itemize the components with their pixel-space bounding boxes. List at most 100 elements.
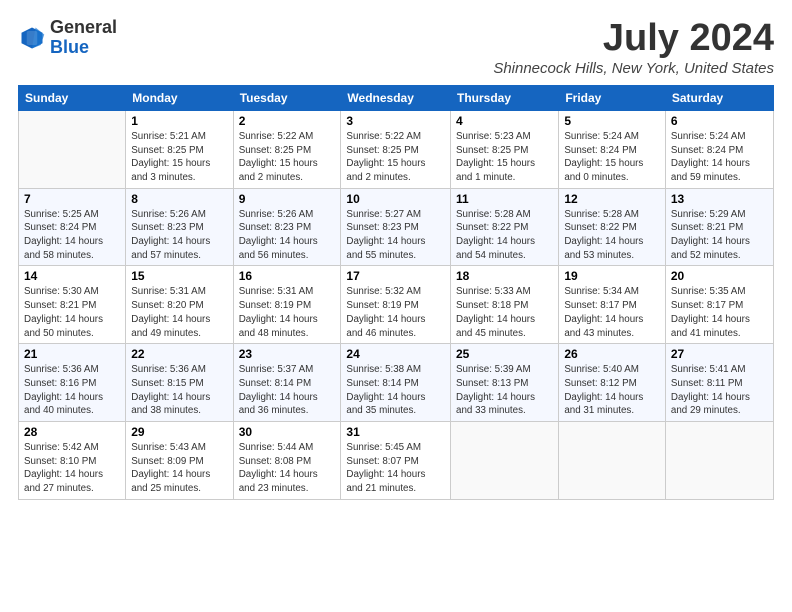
day-info: Sunrise: 5:44 AM Sunset: 8:08 PM Dayligh…: [239, 441, 336, 496]
day-info: Sunrise: 5:42 AM Sunset: 8:10 PM Dayligh…: [24, 441, 120, 496]
day-number: 1: [131, 114, 227, 128]
day-cell: 8Sunrise: 5:26 AM Sunset: 8:23 PM Daylig…: [126, 188, 233, 266]
header: General Blue July 2024 Shinnecock Hills,…: [18, 18, 774, 77]
day-number: 13: [671, 192, 768, 206]
day-info: Sunrise: 5:22 AM Sunset: 8:25 PM Dayligh…: [239, 130, 336, 185]
week-row-5: 28 Sunrise: 5:42 AM Sunset: 8:10 PM Dayli…: [19, 422, 774, 500]
week-row-2: 7Sunrise: 5:25 AM Sunset: 8:24 PM Daylig…: [19, 188, 774, 266]
day-number: 8: [131, 192, 227, 206]
day-number: 19: [564, 269, 660, 283]
month-title: July 2024: [493, 18, 774, 60]
col-monday: Monday: [126, 85, 233, 110]
day-cell: 22 Sunrise: 5:36 AM Sunset: 8:15 PM Dayli…: [126, 344, 233, 422]
day-cell: 3 Sunrise: 5:22 AM Sunset: 8:25 PM Daylig…: [341, 110, 451, 188]
day-info: Sunrise: 5:30 AM Sunset: 8:21 PM Dayligh…: [24, 285, 120, 340]
day-info: Sunrise: 5:36 AM Sunset: 8:15 PM Dayligh…: [131, 363, 227, 418]
col-thursday: Thursday: [451, 85, 559, 110]
day-number: 28: [24, 425, 120, 439]
day-cell: 18 Sunrise: 5:33 AM Sunset: 8:18 PM Dayli…: [451, 266, 559, 344]
day-number: 22: [131, 347, 227, 361]
day-number: 12: [564, 192, 660, 206]
day-cell: 20Sunrise: 5:35 AM Sunset: 8:17 PM Dayli…: [665, 266, 773, 344]
day-info: Sunrise: 5:31 AM Sunset: 8:19 PM Dayligh…: [239, 285, 336, 340]
logo-icon: [18, 24, 46, 52]
day-cell: 7Sunrise: 5:25 AM Sunset: 8:24 PM Daylig…: [19, 188, 126, 266]
day-cell: 10Sunrise: 5:27 AM Sunset: 8:23 PM Dayli…: [341, 188, 451, 266]
day-number: 9: [239, 192, 336, 206]
day-number: 11: [456, 192, 553, 206]
day-cell: 28 Sunrise: 5:42 AM Sunset: 8:10 PM Dayli…: [19, 422, 126, 500]
day-cell: [665, 422, 773, 500]
day-number: 15: [131, 269, 227, 283]
calendar-header-row: Sunday Monday Tuesday Wednesday Thursday…: [19, 85, 774, 110]
day-cell: 4 Sunrise: 5:23 AM Sunset: 8:25 PM Daylig…: [451, 110, 559, 188]
day-info: Sunrise: 5:21 AM Sunset: 8:25 PM Dayligh…: [131, 130, 227, 185]
day-number: 31: [346, 425, 445, 439]
day-info: Sunrise: 5:32 AM Sunset: 8:19 PM Dayligh…: [346, 285, 445, 340]
day-info: Sunrise: 5:33 AM Sunset: 8:18 PM Dayligh…: [456, 285, 553, 340]
day-number: 23: [239, 347, 336, 361]
day-info: Sunrise: 5:34 AM Sunset: 8:17 PM Dayligh…: [564, 285, 660, 340]
day-info: Sunrise: 5:24 AM Sunset: 8:24 PM Dayligh…: [671, 130, 768, 185]
calendar: Sunday Monday Tuesday Wednesday Thursday…: [18, 85, 774, 500]
day-info: Sunrise: 5:37 AM Sunset: 8:14 PM Dayligh…: [239, 363, 336, 418]
day-info: Sunrise: 5:22 AM Sunset: 8:25 PM Dayligh…: [346, 130, 445, 185]
col-tuesday: Tuesday: [233, 85, 341, 110]
day-info: Sunrise: 5:35 AM Sunset: 8:17 PM Dayligh…: [671, 285, 768, 340]
logo-text: General Blue: [50, 18, 117, 58]
day-cell: 9 Sunrise: 5:26 AM Sunset: 8:23 PM Daylig…: [233, 188, 341, 266]
day-cell: 5Sunrise: 5:24 AM Sunset: 8:24 PM Daylig…: [559, 110, 666, 188]
col-sunday: Sunday: [19, 85, 126, 110]
day-cell: 21Sunrise: 5:36 AM Sunset: 8:16 PM Dayli…: [19, 344, 126, 422]
day-number: 27: [671, 347, 768, 361]
day-cell: 17 Sunrise: 5:32 AM Sunset: 8:19 PM Dayli…: [341, 266, 451, 344]
day-info: Sunrise: 5:40 AM Sunset: 8:12 PM Dayligh…: [564, 363, 660, 418]
day-number: 24: [346, 347, 445, 361]
logo: General Blue: [18, 18, 117, 58]
day-number: 2: [239, 114, 336, 128]
day-number: 17: [346, 269, 445, 283]
logo-blue: Blue: [50, 37, 89, 57]
day-number: 10: [346, 192, 445, 206]
day-cell: 19 Sunrise: 5:34 AM Sunset: 8:17 PM Dayli…: [559, 266, 666, 344]
day-number: 4: [456, 114, 553, 128]
day-cell: 11 Sunrise: 5:28 AM Sunset: 8:22 PM Dayli…: [451, 188, 559, 266]
day-cell: [559, 422, 666, 500]
day-cell: 31 Sunrise: 5:45 AM Sunset: 8:07 PM Dayli…: [341, 422, 451, 500]
day-number: 29: [131, 425, 227, 439]
day-info: Sunrise: 5:25 AM Sunset: 8:24 PM Dayligh…: [24, 208, 120, 263]
day-cell: 25Sunrise: 5:39 AM Sunset: 8:13 PM Dayli…: [451, 344, 559, 422]
day-info: Sunrise: 5:31 AM Sunset: 8:20 PM Dayligh…: [131, 285, 227, 340]
day-cell: 14 Sunrise: 5:30 AM Sunset: 8:21 PM Dayli…: [19, 266, 126, 344]
day-cell: 16 Sunrise: 5:31 AM Sunset: 8:19 PM Dayli…: [233, 266, 341, 344]
logo-general: General: [50, 17, 117, 37]
day-info: Sunrise: 5:36 AM Sunset: 8:16 PM Dayligh…: [24, 363, 120, 418]
day-info: Sunrise: 5:28 AM Sunset: 8:22 PM Dayligh…: [564, 208, 660, 263]
day-info: Sunrise: 5:26 AM Sunset: 8:23 PM Dayligh…: [239, 208, 336, 263]
day-info: Sunrise: 5:39 AM Sunset: 8:13 PM Dayligh…: [456, 363, 553, 418]
day-number: 16: [239, 269, 336, 283]
day-cell: 27 Sunrise: 5:41 AM Sunset: 8:11 PM Dayli…: [665, 344, 773, 422]
day-number: 30: [239, 425, 336, 439]
day-info: Sunrise: 5:45 AM Sunset: 8:07 PM Dayligh…: [346, 441, 445, 496]
day-cell: 6 Sunrise: 5:24 AM Sunset: 8:24 PM Daylig…: [665, 110, 773, 188]
col-friday: Friday: [559, 85, 666, 110]
col-saturday: Saturday: [665, 85, 773, 110]
day-cell: 2 Sunrise: 5:22 AM Sunset: 8:25 PM Daylig…: [233, 110, 341, 188]
day-number: 6: [671, 114, 768, 128]
week-row-1: 1 Sunrise: 5:21 AM Sunset: 8:25 PM Daylig…: [19, 110, 774, 188]
page: General Blue July 2024 Shinnecock Hills,…: [0, 0, 792, 612]
day-number: 14: [24, 269, 120, 283]
day-info: Sunrise: 5:23 AM Sunset: 8:25 PM Dayligh…: [456, 130, 553, 185]
day-cell: 12 Sunrise: 5:28 AM Sunset: 8:22 PM Dayli…: [559, 188, 666, 266]
day-cell: [19, 110, 126, 188]
day-number: 18: [456, 269, 553, 283]
day-cell: 29Sunrise: 5:43 AM Sunset: 8:09 PM Dayli…: [126, 422, 233, 500]
day-info: Sunrise: 5:28 AM Sunset: 8:22 PM Dayligh…: [456, 208, 553, 263]
day-number: 3: [346, 114, 445, 128]
day-cell: 23 Sunrise: 5:37 AM Sunset: 8:14 PM Dayli…: [233, 344, 341, 422]
week-row-4: 21Sunrise: 5:36 AM Sunset: 8:16 PM Dayli…: [19, 344, 774, 422]
col-wednesday: Wednesday: [341, 85, 451, 110]
day-info: Sunrise: 5:41 AM Sunset: 8:11 PM Dayligh…: [671, 363, 768, 418]
title-block: July 2024 Shinnecock Hills, New York, Un…: [493, 18, 774, 77]
